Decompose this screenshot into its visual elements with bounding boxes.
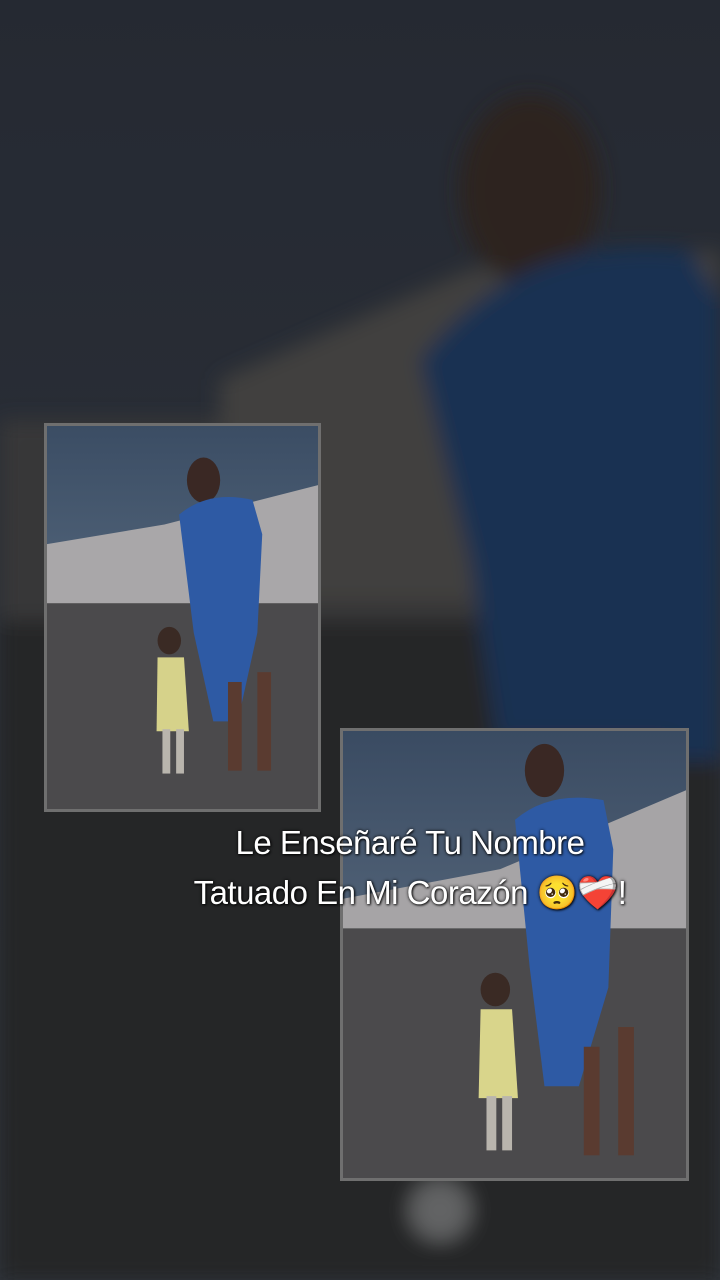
photo-card-left[interactable]	[44, 423, 321, 812]
caption-line-1: Le Enseñaré Tu Nombre	[235, 824, 585, 861]
photo-woman-child-left	[47, 426, 318, 809]
caption-line-2: Tatuado En Mi Corazón 🥺❤️‍🩹!	[193, 874, 627, 911]
photo-woman-child-right	[343, 731, 686, 1178]
caption-text: Le Enseñaré Tu Nombre Tatuado En Mi Cora…	[150, 818, 670, 918]
photo-card-right[interactable]	[340, 728, 689, 1181]
